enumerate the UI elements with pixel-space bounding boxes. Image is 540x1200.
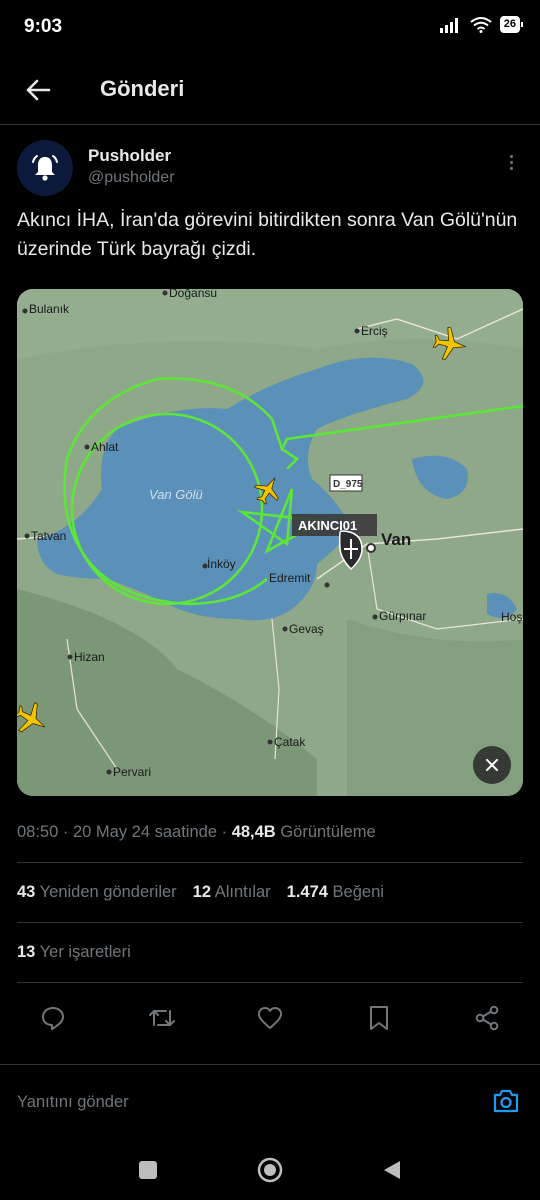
map-place-label: Edremit: [269, 571, 311, 585]
nav-back-button[interactable]: [379, 1157, 405, 1183]
dot-icon: [509, 166, 513, 170]
bell-icon: [32, 155, 58, 181]
back-button[interactable]: [20, 72, 56, 108]
home-circle-icon: [257, 1157, 283, 1183]
triangle-back-icon: [384, 1161, 400, 1179]
heart-icon: [258, 1007, 282, 1029]
arrow-left-icon: [26, 79, 51, 101]
views-label: Görüntüleme: [280, 823, 376, 841]
map-city-label: Van: [381, 530, 411, 549]
reply-input[interactable]: Yanıtını gönder: [17, 1093, 129, 1112]
repost-button[interactable]: [146, 1002, 178, 1034]
bookmark-button[interactable]: [363, 1002, 395, 1034]
map-place-label: Hoş: [501, 610, 522, 624]
dot-icon: [509, 160, 513, 164]
reposts-count: 43: [17, 883, 36, 901]
share-button[interactable]: [471, 1002, 503, 1034]
map-place-label: Çatak: [274, 735, 306, 749]
map-place-label: Hizan: [74, 650, 105, 664]
top-app-bar: Gönderi: [0, 60, 540, 120]
map-image: Bulanık Doğansu Erciş Ahlat Tatvan İnköy…: [17, 289, 523, 796]
engagement-stats: 43 Yeniden gönderiler 12 Alıntılar 1.474…: [17, 883, 384, 902]
reply-composer: Yanıtını gönder: [0, 1064, 540, 1140]
post-media-map[interactable]: Bulanık Doğansu Erciş Ahlat Tatvan İnköy…: [17, 289, 523, 796]
status-icons: 26: [439, 16, 524, 33]
map-place-label: Erciş: [361, 324, 388, 338]
map-place-label: Gürpınar: [379, 609, 426, 623]
map-place-label: Tatvan: [31, 529, 66, 543]
meta-separator: ·: [62, 823, 69, 841]
share-icon: [475, 1005, 499, 1031]
bookmark-icon: [369, 1006, 388, 1030]
meta-separator: ·: [221, 823, 228, 841]
quotes-stat[interactable]: 12 Alıntılar: [193, 883, 271, 902]
post-actions: [17, 998, 523, 1038]
quotes-count: 12: [192, 883, 212, 901]
wifi-icon: [470, 16, 492, 33]
more-options-button[interactable]: [499, 150, 523, 174]
close-icon: [486, 759, 498, 771]
likes-stat[interactable]: 1.474 Beğeni: [287, 883, 384, 902]
comment-icon: [42, 1007, 64, 1030]
recents-button[interactable]: [135, 1157, 161, 1183]
camera-icon: [493, 1089, 519, 1113]
likes-label: Beğeni: [332, 883, 384, 901]
close-media-button[interactable]: [473, 746, 511, 784]
page-title: Gönderi: [100, 76, 185, 101]
map-place-label: Gevaş: [289, 622, 324, 636]
map-place-label: Pervari: [113, 765, 151, 779]
camera-button[interactable]: [490, 1085, 522, 1117]
divider: [17, 922, 523, 923]
bookmarks-count: 13: [17, 943, 36, 961]
post-meta: 08:50 · 20 May 24 saatinde · 48,4B Görün…: [17, 823, 376, 842]
map-place-label: Bulanık: [29, 302, 70, 316]
road-label: D_975: [333, 479, 363, 490]
author-name[interactable]: Pusholder: [88, 146, 171, 166]
bookmarks-label: Yer işaretleri: [39, 943, 131, 961]
signal-icon: [439, 17, 458, 33]
map-place-label: İnköy: [207, 557, 236, 571]
quotes-label: Alıntılar: [214, 883, 271, 901]
author-handle[interactable]: @pusholder: [88, 169, 175, 187]
post-time: 08:50: [17, 823, 59, 841]
likes-count: 1.474: [286, 883, 328, 901]
post-author: Pusholder @pusholder: [17, 140, 523, 196]
post-text: Akıncı İHA, İran'da görevini bitirdikten…: [17, 209, 518, 260]
map-place-label: Ahlat: [91, 440, 119, 454]
reposts-label: Yeniden gönderiler: [39, 883, 177, 901]
like-button[interactable]: [254, 1002, 286, 1034]
battery-indicator: 26: [499, 16, 524, 33]
reposts-stat[interactable]: 43 Yeniden gönderiler: [17, 883, 177, 902]
system-navigation-bar: [0, 1140, 540, 1200]
repost-icon: [148, 1010, 175, 1026]
header-divider: [0, 124, 540, 125]
square-icon: [139, 1161, 157, 1179]
home-button[interactable]: [257, 1157, 283, 1183]
avatar[interactable]: [17, 140, 73, 196]
flight-label: AKINCI01: [298, 518, 357, 533]
lake-label: Van Gölü: [149, 487, 203, 502]
status-time: 9:03: [24, 16, 63, 37]
dot-icon: [509, 154, 513, 158]
post-date: 20 May 24 saatinde: [72, 823, 217, 841]
divider: [17, 982, 523, 983]
divider: [17, 862, 523, 863]
map-place-label: Doğansu: [169, 289, 217, 300]
views-count: 48,4B: [231, 823, 276, 841]
bookmarks-stat[interactable]: 13 Yer işaretleri: [17, 943, 131, 962]
status-bar: 9:03 26: [0, 0, 540, 52]
reply-button[interactable]: [37, 1002, 69, 1034]
